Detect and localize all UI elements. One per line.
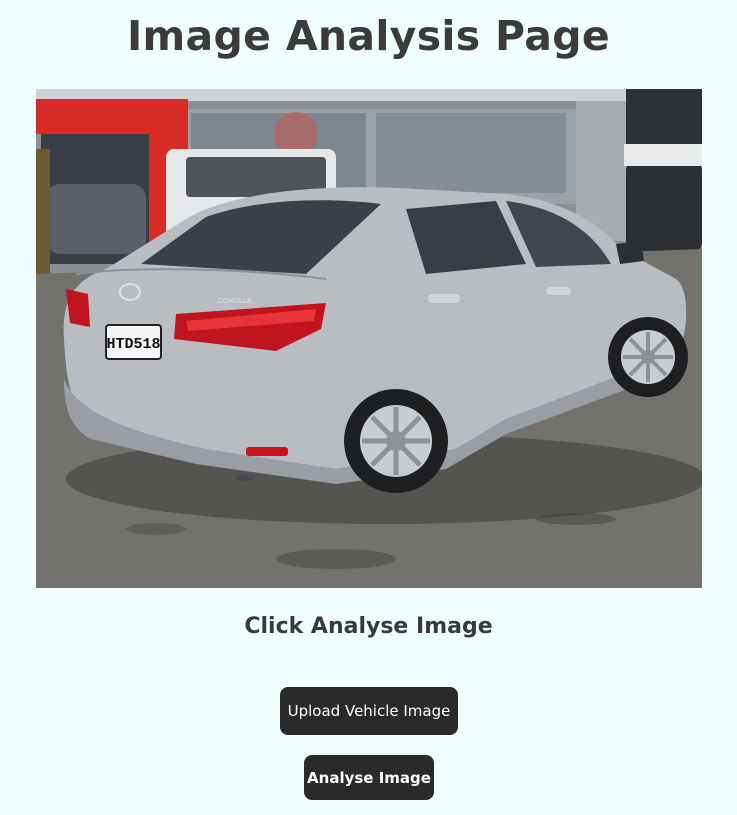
instruction-text: Click Analyse Image [244,614,493,639]
analyse-image-button[interactable]: Analyse Image [304,755,434,800]
upload-vehicle-image-button[interactable]: Upload Vehicle Image [280,687,458,735]
vehicle-photo: HTD518 COROLLA [36,89,702,588]
plate-text: HTD518 [106,336,160,353]
page-title: Image Analysis Page [126,12,611,60]
model-badge: COROLLA [218,298,252,305]
